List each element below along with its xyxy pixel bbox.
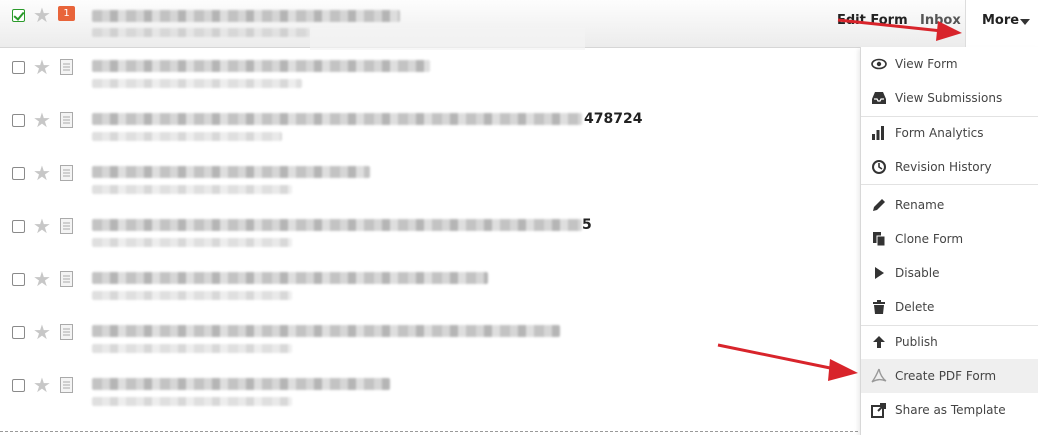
upload-icon: [873, 336, 885, 348]
annotation-arrow-icon: [717, 343, 858, 381]
form-document-icon: [60, 271, 73, 287]
more-label: More: [982, 13, 1020, 28]
row-checkbox[interactable]: [12, 9, 25, 22]
form-title-redacted: [92, 325, 560, 337]
inbox-icon: [872, 92, 886, 104]
copy-icon: [873, 232, 886, 247]
form-subtitle-redacted: [92, 28, 310, 37]
history-icon: [872, 160, 886, 174]
form-document-icon: [60, 218, 73, 234]
form-title-redacted: [92, 219, 582, 231]
star-icon[interactable]: ★: [33, 269, 51, 289]
menu-item-share-as-template[interactable]: Share as Template: [861, 393, 1038, 427]
menu-item-label: Delete: [895, 300, 935, 314]
row-checkbox[interactable]: [12, 379, 25, 392]
form-subtitle-redacted: [92, 79, 302, 88]
form-document-icon: [60, 59, 73, 75]
menu-item-view-submissions[interactable]: View Submissions: [861, 81, 1038, 115]
row-checkbox[interactable]: [12, 326, 25, 339]
form-title-redacted: [92, 166, 370, 178]
menu-item-label: Publish: [895, 335, 938, 349]
form-document-icon: [60, 112, 73, 128]
menu-item-create-pdf-form[interactable]: Create PDF Form: [861, 359, 1038, 393]
caret-down-icon: [1020, 19, 1030, 25]
menu-item-label: Share as Template: [895, 403, 1006, 417]
play-icon: [875, 267, 884, 279]
form-title-redacted: [92, 113, 582, 125]
submission-count-badge: 1: [58, 6, 75, 21]
row-checkbox[interactable]: [12, 220, 25, 233]
form-subtitle-redacted: [92, 238, 292, 247]
menu-item-label: View Form: [895, 57, 958, 71]
menu-item-label: Rename: [895, 198, 945, 212]
star-icon[interactable]: ★: [33, 322, 51, 342]
form-title-redacted: [92, 10, 400, 22]
pencil-icon: [873, 199, 885, 211]
menu-item-clone-form[interactable]: Clone Form: [861, 222, 1038, 256]
more-dropdown-menu: View Form View Submissions Form Analytic…: [860, 47, 1038, 435]
menu-item-label: View Submissions: [895, 91, 1003, 105]
bar-chart-icon: [872, 126, 884, 140]
annotation-arrow-icon: [837, 18, 962, 41]
trash-icon: [873, 300, 885, 314]
form-title-redacted: [92, 272, 488, 284]
row-checkbox[interactable]: [12, 273, 25, 286]
form-subtitle-redacted: [92, 185, 292, 194]
menu-divider: [861, 184, 1038, 185]
menu-item-rename[interactable]: Rename: [861, 188, 1038, 222]
pdf-icon: [871, 368, 887, 383]
menu-item-label: Disable: [895, 266, 940, 280]
menu-item-publish[interactable]: Publish: [861, 325, 1038, 359]
form-title-suffix: 5: [582, 217, 592, 233]
share-icon: [871, 403, 886, 418]
form-subtitle-redacted: [92, 344, 292, 353]
menu-item-label: Revision History: [895, 160, 992, 174]
menu-item-disable[interactable]: Disable: [861, 256, 1038, 290]
menu-item-form-analytics[interactable]: Form Analytics: [861, 116, 1038, 150]
star-icon[interactable]: ★: [33, 57, 51, 77]
form-document-icon: [60, 165, 73, 181]
star-icon[interactable]: ★: [33, 163, 51, 183]
row-checkbox[interactable]: [12, 167, 25, 180]
menu-item-view-form[interactable]: View Form: [861, 47, 1038, 81]
row-checkbox[interactable]: [12, 114, 25, 127]
eye-icon: [871, 58, 887, 70]
form-subtitle-redacted: [92, 397, 292, 406]
star-icon[interactable]: ★: [33, 110, 51, 130]
form-document-icon: [60, 324, 73, 340]
menu-item-label: Clone Form: [895, 232, 964, 246]
star-icon[interactable]: ★: [33, 216, 51, 236]
menu-item-delete[interactable]: Delete: [861, 290, 1038, 324]
star-icon[interactable]: ★: [33, 375, 51, 395]
menu-item-revision-history[interactable]: Revision History: [861, 150, 1038, 184]
more-button[interactable]: More: [965, 0, 1038, 47]
form-title-suffix: 478724: [584, 111, 643, 127]
form-document-icon: [60, 377, 73, 393]
row-checkbox[interactable]: [12, 61, 25, 74]
form-title-redacted: [92, 378, 390, 390]
form-subtitle-redacted: [92, 132, 282, 141]
form-title-redacted: [92, 60, 430, 72]
form-subtitle-redacted: [92, 291, 292, 300]
star-icon[interactable]: ★: [33, 5, 51, 25]
menu-item-label: Create PDF Form: [895, 369, 997, 383]
menu-item-label: Form Analytics: [895, 126, 984, 140]
